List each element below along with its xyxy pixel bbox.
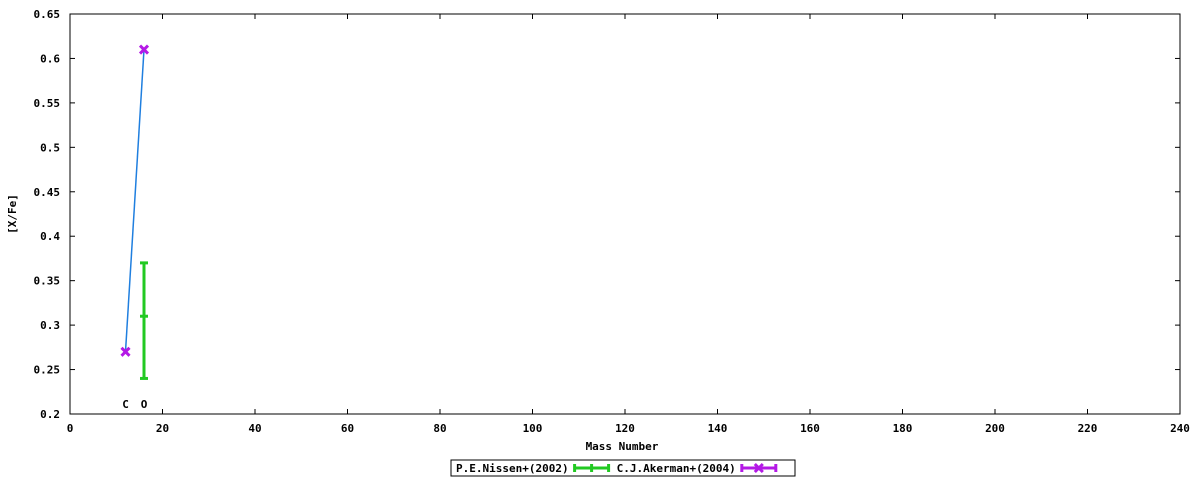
x-tick-label: 0 (67, 422, 74, 435)
y-tick-label: 0.25 (34, 364, 61, 377)
y-tick-label: 0.6 (40, 52, 60, 65)
x-tick-label: 140 (708, 422, 728, 435)
element-label: O (141, 398, 148, 411)
y-axis-title: [X/Fe] (6, 194, 19, 234)
y-tick-label: 0.4 (40, 230, 60, 243)
y-tick-label: 0.45 (34, 186, 61, 199)
x-tick-label: 120 (615, 422, 635, 435)
y-tick-label: 0.5 (40, 141, 60, 154)
plot-area-frame (69, 13, 1181, 415)
y-tick-label: 0.65 (34, 8, 61, 21)
x-tick-label: 40 (248, 422, 261, 435)
model-line (124, 49, 145, 352)
x-tick-label: 20 (156, 422, 169, 435)
x-tick-label: 200 (985, 422, 1005, 435)
x-tick-label: 240 (1170, 422, 1190, 435)
legend-label: P.E.Nissen+(2002) (456, 462, 569, 475)
y-tick-label: 0.55 (34, 97, 61, 110)
x-tick-label: 160 (800, 422, 820, 435)
y-tick-label: 0.3 (40, 319, 60, 332)
x-tick-label: 180 (893, 422, 913, 435)
y-tick-label: 0.2 (40, 408, 60, 421)
y-tick-label: 0.35 (34, 275, 61, 288)
x-tick-label: 100 (523, 422, 543, 435)
element-label: C (122, 398, 129, 411)
legend-label: C.J.Akerman+(2004) (617, 462, 736, 475)
x-axis-title: Mass Number (586, 440, 659, 453)
x-tick-label: 80 (433, 422, 446, 435)
x-tick-label: 220 (1078, 422, 1098, 435)
chart: 0 20 40 60 80 100 120 140 160 180 200 220 240 0.2 0.25… (6, 8, 1190, 477)
x-tick-label: 60 (341, 422, 354, 435)
legend: P.E.Nissen+(2002) C.J.Akerman+(2004) (450, 459, 796, 477)
